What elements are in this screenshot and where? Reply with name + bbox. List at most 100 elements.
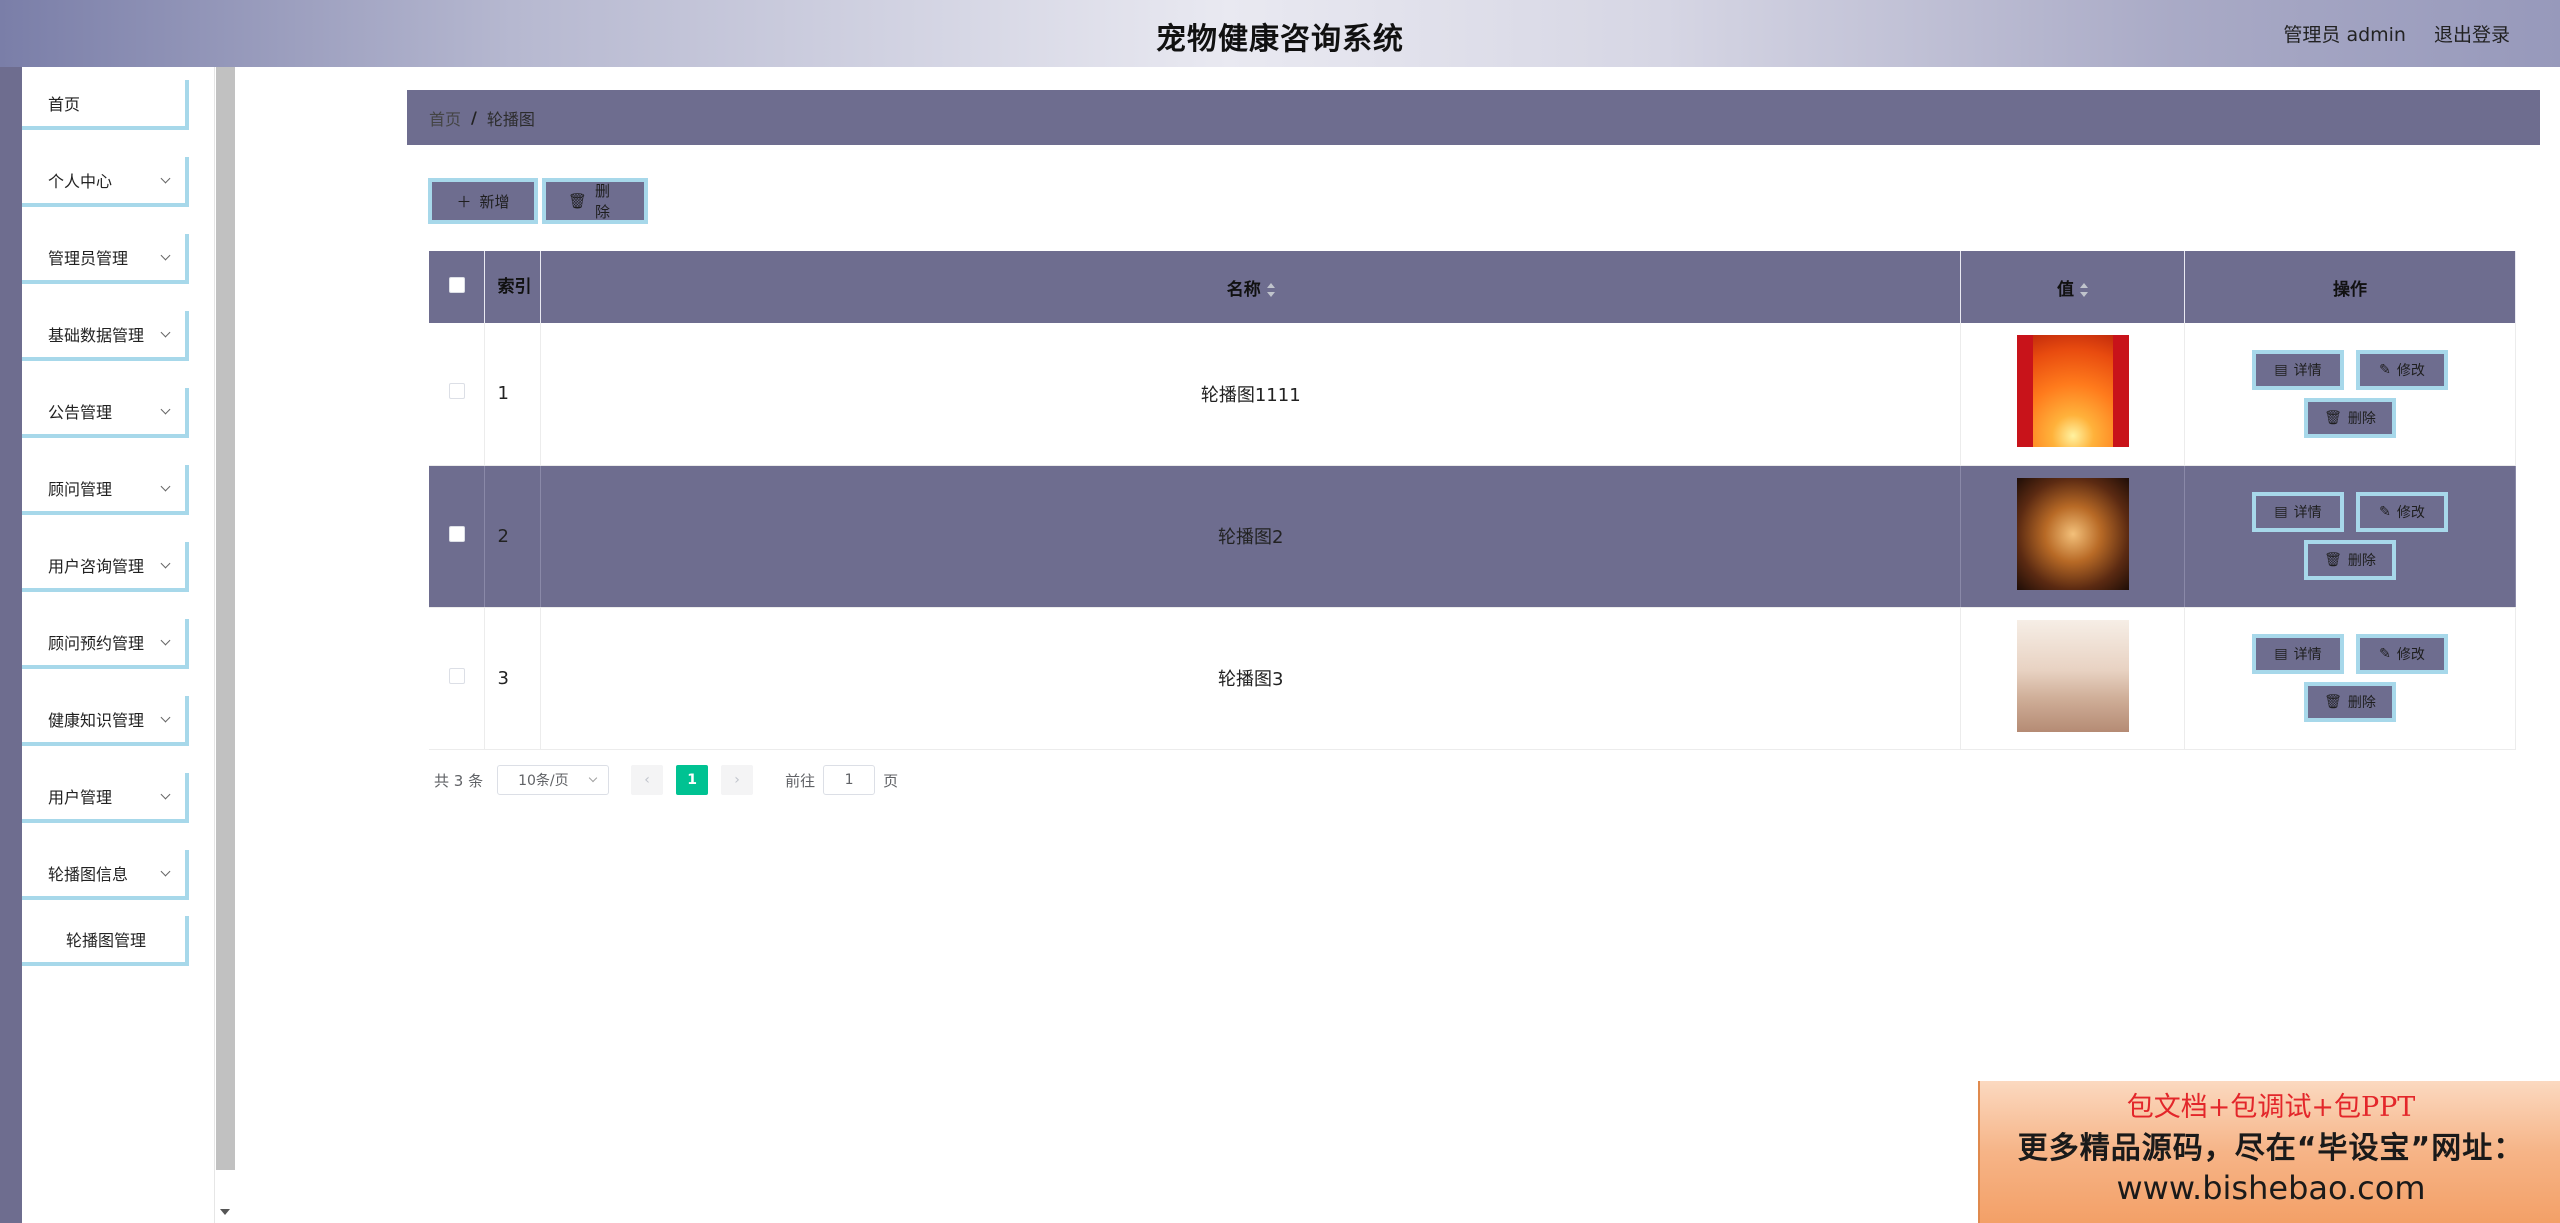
detail-label: 详情 <box>2293 505 2322 521</box>
breadcrumb: 首页 / 轮播图 <box>407 90 2540 145</box>
sidebar-item-label: 健康知识管理 <box>48 711 145 730</box>
top-header: 宠物健康咨询系统 管理员 admin 退出登录 <box>0 0 2560 67</box>
select-all-checkbox[interactable] <box>448 276 465 293</box>
pagination-total: 共 3 条 <box>434 771 484 790</box>
carousel-table: 索引 名称 值 操作 1 轮播图1111 ▤ 详情 ✎ 修改 🗑 删除 2 轮播… <box>429 251 2516 750</box>
row-checkbox[interactable] <box>448 667 465 684</box>
trash-icon: 🗑 <box>2324 694 2342 710</box>
delete-label: 删除 <box>2347 553 2376 569</box>
edit-label: 修改 <box>2396 362 2425 379</box>
delete-button[interactable]: 🗑 删除 <box>2304 397 2396 438</box>
detail-button[interactable]: ▤ 详情 <box>2252 349 2344 390</box>
sidebar-item-appointment[interactable]: 顾问预约管理 <box>22 619 189 669</box>
document-icon: ▤ <box>2274 504 2288 520</box>
scrollbar-thumb[interactable] <box>216 67 235 1170</box>
promo-line-2: 更多精品源码，尽在“毕设宝”网址： <box>2017 1131 2525 1166</box>
add-button[interactable]: ＋ 新增 <box>428 178 538 224</box>
promo-banner[interactable]: 包文档+包调试+包PPT 更多精品源码，尽在“毕设宝”网址： www.bishe… <box>1978 1081 2560 1223</box>
chevron-down-icon <box>160 635 171 646</box>
delete-label: 删除 <box>2347 695 2376 711</box>
goto-page: 前往 1 页 <box>785 765 898 795</box>
sidebar-item-carousel-manage[interactable]: 轮播图管理 <box>22 916 189 966</box>
row-checkbox-cell <box>429 465 486 608</box>
table-row: 2 轮播图2 ▤ 详情 ✎ 修改 🗑 删除 <box>429 465 2516 608</box>
current-user-label: 管理员 admin <box>2283 24 2406 46</box>
header-name[interactable]: 名称 <box>540 251 1962 323</box>
detail-button[interactable]: ▤ 详情 <box>2252 634 2344 674</box>
chevron-down-icon <box>160 481 171 492</box>
header-user-area: 管理员 admin 退出登录 <box>2283 20 2510 47</box>
edit-button[interactable]: ✎ 修改 <box>2356 634 2448 674</box>
batch-delete-button[interactable]: 🗑 删除 <box>542 178 648 224</box>
document-icon: ▤ <box>2274 646 2288 662</box>
edit-button[interactable]: ✎ 修改 <box>2356 349 2448 390</box>
table-row: 3 轮播图3 ▤ 详情 ✎ 修改 🗑 删除 <box>429 607 2516 750</box>
chevron-down-icon <box>160 866 171 877</box>
sidebar-item-basic-data[interactable]: 基础数据管理 <box>22 311 189 361</box>
sidebar-item-label: 轮播图管理 <box>66 931 147 950</box>
sidebar-item-health-knowledge[interactable]: 健康知识管理 <box>22 696 189 746</box>
row-ops: ▤ 详情 ✎ 修改 🗑 删除 <box>2184 323 2516 466</box>
chevron-down-icon <box>160 173 171 184</box>
detail-label: 详情 <box>2293 647 2322 663</box>
pagination: 共 3 条 10条/页 ‹ 1 › 前往 1 页 <box>434 765 898 795</box>
row-name: 轮播图1111 <box>540 323 1962 466</box>
sidebar-item-label: 顾问预约管理 <box>48 634 145 653</box>
sidebar-item-user-consult[interactable]: 用户咨询管理 <box>22 542 189 592</box>
logout-link[interactable]: 退出登录 <box>2434 20 2510 47</box>
chevron-down-icon <box>160 327 171 338</box>
page-size-select[interactable]: 10条/页 <box>497 765 610 795</box>
sidebar-item-label: 首页 <box>48 95 81 114</box>
delete-button[interactable]: 🗑 删除 <box>2304 540 2396 580</box>
sidebar-scrollbar[interactable] <box>214 67 235 1223</box>
scroll-down-arrow-icon[interactable] <box>220 1209 230 1215</box>
sidebar-item-profile[interactable]: 个人中心 <box>22 157 189 207</box>
delete-button[interactable]: 🗑 删除 <box>2304 682 2396 722</box>
sidebar-item-carousel-info[interactable]: 轮播图信息 <box>22 850 189 900</box>
trash-icon: 🗑 <box>2324 552 2342 568</box>
detail-button[interactable]: ▤ 详情 <box>2252 492 2344 532</box>
trash-icon: 🗑 <box>2324 409 2342 426</box>
sidebar-item-label: 轮播图信息 <box>48 865 129 884</box>
sidebar-item-label: 管理员管理 <box>48 249 129 268</box>
page-number-active[interactable]: 1 <box>676 765 709 795</box>
row-index: 3 <box>484 607 542 750</box>
goto-page-input[interactable]: 1 <box>823 765 876 795</box>
sidebar-item-admin[interactable]: 管理员管理 <box>22 234 189 284</box>
add-button-label: 新增 <box>479 192 510 211</box>
header-value[interactable]: 值 <box>1960 251 2185 323</box>
sidebar-item-home[interactable]: 首页 <box>22 80 189 130</box>
chevron-right-icon: › <box>734 772 740 788</box>
row-checkbox[interactable] <box>448 383 465 400</box>
row-value <box>1960 465 2185 608</box>
breadcrumb-home[interactable]: 首页 <box>429 106 461 130</box>
plus-icon: ＋ <box>456 192 472 211</box>
sidebar-item-label: 个人中心 <box>48 172 113 191</box>
chevron-left-icon: ‹ <box>644 772 650 788</box>
table-header-row: 索引 名称 值 操作 <box>429 251 2516 323</box>
trash-icon: 🗑 <box>568 192 588 210</box>
edit-button[interactable]: ✎ 修改 <box>2356 492 2448 532</box>
table-row: 1 轮播图1111 ▤ 详情 ✎ 修改 🗑 删除 <box>429 323 2516 466</box>
header-index: 索引 <box>484 251 542 323</box>
sort-icon[interactable] <box>2080 282 2089 297</box>
delete-label: 删除 <box>2347 410 2376 427</box>
left-strip <box>0 67 22 1223</box>
header-value-label: 值 <box>2057 279 2075 300</box>
edit-icon: ✎ <box>2379 504 2391 520</box>
sidebar-item-notice[interactable]: 公告管理 <box>22 388 189 438</box>
sidebar-item-label: 公告管理 <box>48 403 113 422</box>
prev-page-button[interactable]: ‹ <box>631 765 664 795</box>
sort-icon[interactable] <box>1266 282 1275 297</box>
next-page-button[interactable]: › <box>721 765 754 795</box>
row-checkbox-cell <box>429 323 486 466</box>
toolbar: ＋ 新增 🗑 删除 <box>428 178 648 224</box>
sidebar-item-consultant[interactable]: 顾问管理 <box>22 465 189 515</box>
header-name-label: 名称 <box>1226 279 1261 300</box>
edit-label: 修改 <box>2396 647 2425 663</box>
chevron-down-icon <box>588 773 598 783</box>
sidebar-item-users[interactable]: 用户管理 <box>22 773 189 823</box>
row-checkbox[interactable] <box>448 525 465 542</box>
chevron-down-icon <box>160 789 171 800</box>
document-icon: ▤ <box>2274 361 2288 378</box>
